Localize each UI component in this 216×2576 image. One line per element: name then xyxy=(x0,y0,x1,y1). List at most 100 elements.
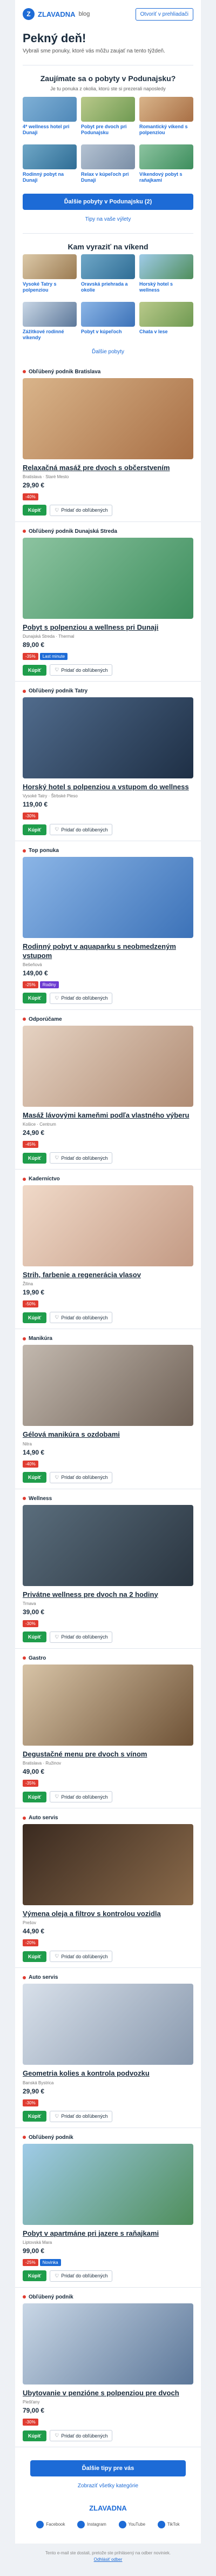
add-favorite-button[interactable]: ♡ Pridať do obľúbených xyxy=(50,1471,113,1483)
add-favorite-button[interactable]: ♡ Pridať do obľúbených xyxy=(50,1152,113,1164)
item-category-label: Manikúra xyxy=(29,1336,52,1342)
offer-title[interactable]: Romantický víkend s polpenziou xyxy=(139,124,193,136)
add-favorite-button[interactable]: ♡ Pridať do obľúbených xyxy=(50,824,113,836)
buy-button[interactable]: Kúpiť xyxy=(23,1791,47,1802)
item-title[interactable]: Relaxačná masáž pre dvoch s občerstvením xyxy=(23,464,193,472)
add-favorite-button[interactable]: ♡ Pridať do obľúbených xyxy=(50,1631,113,1643)
buy-button[interactable]: Kúpiť xyxy=(23,2111,47,2122)
item-title[interactable]: Výmena oleja a filtrov s kontrolou vozid… xyxy=(23,1910,193,1918)
add-favorite-button[interactable]: ♡ Pridať do obľúbených xyxy=(50,2270,113,2282)
item-photo[interactable] xyxy=(23,1185,193,1266)
item-actions: Kúpiť ♡ Pridať do obľúbených xyxy=(23,1631,193,1643)
offer-card[interactable]: 4* wellness hotel pri Dunaji xyxy=(23,96,77,141)
offer-title[interactable]: Relax v kúpeľoch pri Dunaji xyxy=(81,171,135,184)
category-dot-icon xyxy=(23,370,26,373)
offer-card[interactable]: Pobyt pre dvoch pri Podunajsku xyxy=(81,96,135,141)
add-favorite-button[interactable]: ♡ Pridať do obľúbených xyxy=(50,504,113,516)
item-title[interactable]: Geometria kolies a kontrola podvozku xyxy=(23,2069,193,2078)
offer-card[interactable]: Zážitkové rodinné víkendy xyxy=(23,302,77,346)
more-offers-button[interactable]: Ďalšie pobyty v Podunajsku (2) xyxy=(23,193,193,210)
offer-card[interactable]: Chata v lese xyxy=(139,302,193,346)
item-title[interactable]: Degustačné menu pre dvoch s vínom xyxy=(23,1750,193,1759)
item-location: Nitra xyxy=(23,1441,32,1446)
more-tips-button[interactable]: Ďalšie tipy pre vás xyxy=(30,2460,186,2476)
offer-card[interactable]: Vysoké Tatry s polpenziou xyxy=(23,254,77,298)
offer-card[interactable]: Horský hotel s wellness xyxy=(139,254,193,298)
item-actions: Kúpiť ♡ Pridať do obľúbených xyxy=(23,992,193,1004)
facebook-link[interactable]: Facebook xyxy=(36,2521,65,2528)
unsubscribe-link[interactable]: Odhlásiť odber xyxy=(0,2557,216,2563)
buy-button[interactable]: Kúpiť xyxy=(23,1312,47,1323)
item-photo[interactable] xyxy=(23,2143,193,2225)
buy-button[interactable]: Kúpiť xyxy=(23,824,47,835)
item-title[interactable]: Rodinný pobyt v aquaparku s neobmedzeným… xyxy=(23,942,193,960)
offer-grid: 4* wellness hotel pri Dunaji Pobyt pre d… xyxy=(15,96,201,188)
item-photo[interactable] xyxy=(23,857,193,939)
all-categories-link[interactable]: Zobraziť všetky kategórie xyxy=(23,2480,193,2496)
social-label: TikTok xyxy=(167,2522,180,2527)
add-favorite-button[interactable]: ♡ Pridať do obľúbených xyxy=(50,664,113,676)
offer-title[interactable]: Pobyt pre dvoch pri Podunajsku xyxy=(81,124,135,136)
offer-title[interactable]: Víkendový pobyt s raňajkami xyxy=(139,171,193,184)
offer-card[interactable]: Romantický víkend s polpenziou xyxy=(139,96,193,141)
buy-button[interactable]: Kúpiť xyxy=(23,1152,47,1164)
brand-logo[interactable]: Z ZLAVADNA blog xyxy=(23,8,90,20)
item-title[interactable]: Gélová manikúra s ozdobami xyxy=(23,1430,193,1439)
buy-button[interactable]: Kúpiť xyxy=(23,505,47,516)
item-title[interactable]: Strih, farbenie a regenerácia vlasov xyxy=(23,1271,193,1279)
item-price: 49,00 € xyxy=(23,1768,45,1775)
add-favorite-button[interactable]: ♡ Pridať do obľúbených xyxy=(50,2110,113,2122)
offer-title[interactable]: Horský hotel s wellness xyxy=(139,281,193,294)
buy-button[interactable]: Kúpiť xyxy=(23,1951,47,1962)
item-title[interactable]: Horský hotel s polpenziou a vstupom do w… xyxy=(23,783,193,791)
footer-logo[interactable]: ZLAVADNA xyxy=(23,2496,193,2516)
item-title[interactable]: Ubytovanie v penzióne s polpenziou pre d… xyxy=(23,2389,193,2397)
instagram-link[interactable]: Instagram xyxy=(77,2521,106,2528)
buy-button[interactable]: Kúpiť xyxy=(23,993,47,1004)
offer-title[interactable]: Chata v lese xyxy=(139,329,193,335)
add-favorite-button[interactable]: ♡ Pridať do obľúbených xyxy=(50,2430,113,2441)
item-photo[interactable] xyxy=(23,1984,193,2065)
offer-title[interactable]: Oravská priehrada a okolie xyxy=(81,281,135,294)
item-title[interactable]: Pobyt s polpenziou a wellness pri Dunaji xyxy=(23,623,193,632)
offer-card[interactable]: Rodinný pobyt na Dunaji xyxy=(23,144,77,188)
buy-button[interactable]: Kúpiť xyxy=(23,1632,47,1643)
offer-card[interactable]: Oravská priehrada a okolie xyxy=(81,254,135,298)
offer-title[interactable]: Rodinný pobyt na Dunaji xyxy=(23,171,77,184)
more-weekend-link[interactable]: Ďalšie pobyty xyxy=(15,346,201,362)
item-photo[interactable] xyxy=(23,1824,193,1905)
buy-button[interactable]: Kúpiť xyxy=(23,1472,47,1483)
item-price: 14,90 € xyxy=(23,1448,45,1456)
offer-title[interactable]: Zážitkové rodinné víkendy xyxy=(23,329,77,341)
offer-card[interactable]: Víkendový pobyt s raňajkami xyxy=(139,144,193,188)
add-favorite-button[interactable]: ♡ Pridať do obľúbených xyxy=(50,1951,113,1963)
item-photo[interactable] xyxy=(23,1345,193,1426)
item-photo[interactable] xyxy=(23,1025,193,1107)
offer-card[interactable]: Relax v kúpeľoch pri Dunaji xyxy=(81,144,135,188)
buy-button[interactable]: Kúpiť xyxy=(23,2270,47,2282)
item-photo[interactable] xyxy=(23,378,193,459)
buy-button[interactable]: Kúpiť xyxy=(23,2430,47,2441)
item-title[interactable]: Privátne wellness pre dvoch na 2 hodiny xyxy=(23,1590,193,1599)
item-price: 19,90 € xyxy=(23,1289,45,1297)
add-favorite-button[interactable]: ♡ Pridať do obľúbených xyxy=(50,1791,113,1802)
offer-card[interactable]: Pobyt v kúpeľoch xyxy=(81,302,135,346)
item-photo[interactable] xyxy=(23,1664,193,1746)
add-favorite-button[interactable]: ♡ Pridať do obľúbených xyxy=(50,992,113,1004)
item-photo[interactable] xyxy=(23,697,193,778)
item-photo[interactable] xyxy=(23,537,193,619)
add-favorite-button[interactable]: ♡ Pridať do obľúbených xyxy=(50,1312,113,1324)
open-in-browser-button[interactable]: Otvoriť v prehliadači xyxy=(135,8,193,21)
item-photo[interactable] xyxy=(23,1504,193,1586)
item-photo[interactable] xyxy=(23,2303,193,2385)
offer-title[interactable]: Vysoké Tatry s polpenziou xyxy=(23,281,77,294)
offer-title[interactable]: Pobyt v kúpeľoch xyxy=(81,329,135,335)
email-container: Z ZLAVADNA blog Otvoriť v prehliadači Pe… xyxy=(15,0,201,2544)
item-title[interactable]: Pobyt v apartmáne pri jazere s raňajkami xyxy=(23,2229,193,2238)
tips-link[interactable]: Tipy na vaše výlety xyxy=(15,213,201,230)
offer-title[interactable]: 4* wellness hotel pri Dunaji xyxy=(23,124,77,136)
youtube-link[interactable]: YouTube xyxy=(118,2521,145,2528)
item-title[interactable]: Masáž lávovými kameňmi podľa vlastného v… xyxy=(23,1111,193,1120)
buy-button[interactable]: Kúpiť xyxy=(23,664,47,676)
tiktok-link[interactable]: TikTok xyxy=(157,2521,180,2528)
